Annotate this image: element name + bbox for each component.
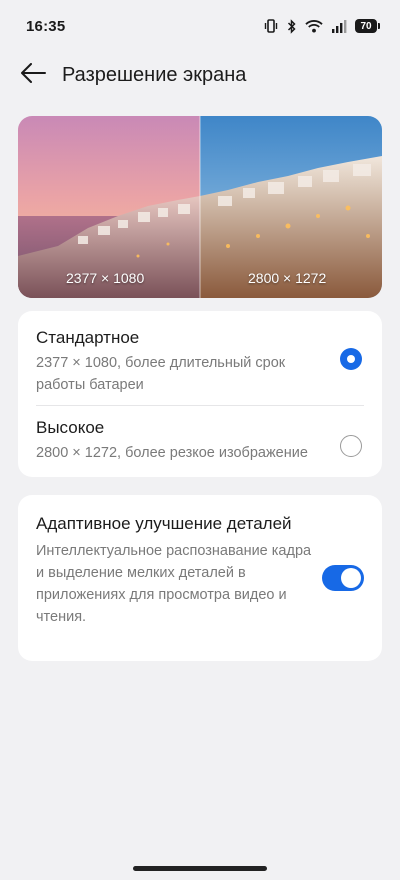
status-bar: 16:35 70 bbox=[0, 0, 400, 52]
status-icons: 70 bbox=[263, 18, 380, 34]
resolution-preview-image: 2377 × 1080 2800 × 1272 bbox=[18, 116, 382, 298]
page-title: Разрешение экрана bbox=[62, 63, 247, 86]
battery-icon: 70 bbox=[355, 19, 380, 33]
status-time: 16:35 bbox=[26, 17, 66, 35]
toggle-knob bbox=[341, 568, 361, 588]
option-standard-description: 2377 × 1080, более длительный срок работ… bbox=[36, 355, 286, 393]
preview-label-standard: 2377 × 1080 bbox=[66, 270, 145, 286]
signal-icon bbox=[331, 19, 347, 33]
option-standard-title: Стандартное bbox=[36, 328, 140, 347]
bluetooth-icon bbox=[287, 18, 297, 34]
radio-unselected-icon[interactable] bbox=[340, 435, 362, 457]
adaptive-toggle[interactable] bbox=[322, 565, 364, 591]
header: Разрешение экрана bbox=[0, 52, 400, 98]
vibrate-icon bbox=[263, 19, 279, 33]
battery-level: 70 bbox=[355, 19, 377, 33]
back-button[interactable] bbox=[18, 60, 48, 90]
option-high-description: 2800 × 1272, более резкое изображение bbox=[36, 445, 308, 461]
radio-selected-icon[interactable] bbox=[340, 348, 362, 370]
adaptive-enhancement-card: Адаптивное улучшение деталей Интеллектуа… bbox=[18, 495, 382, 661]
adaptive-description: Интеллектуальное распознавание кадра и в… bbox=[36, 543, 312, 625]
option-standard[interactable]: Стандартное 2377 × 1080, более длительны… bbox=[18, 311, 382, 405]
resolution-options-card: Стандартное 2377 × 1080, более длительны… bbox=[18, 311, 382, 477]
arrow-left-icon bbox=[20, 62, 46, 88]
wifi-icon bbox=[305, 19, 323, 33]
home-indicator[interactable] bbox=[133, 866, 267, 871]
option-high[interactable]: Высокое 2800 × 1272, более резкое изобра… bbox=[18, 405, 382, 477]
preview-label-high: 2800 × 1272 bbox=[248, 270, 327, 286]
option-high-title: Высокое bbox=[36, 418, 105, 437]
adaptive-title: Адаптивное улучшение деталей bbox=[36, 514, 292, 533]
